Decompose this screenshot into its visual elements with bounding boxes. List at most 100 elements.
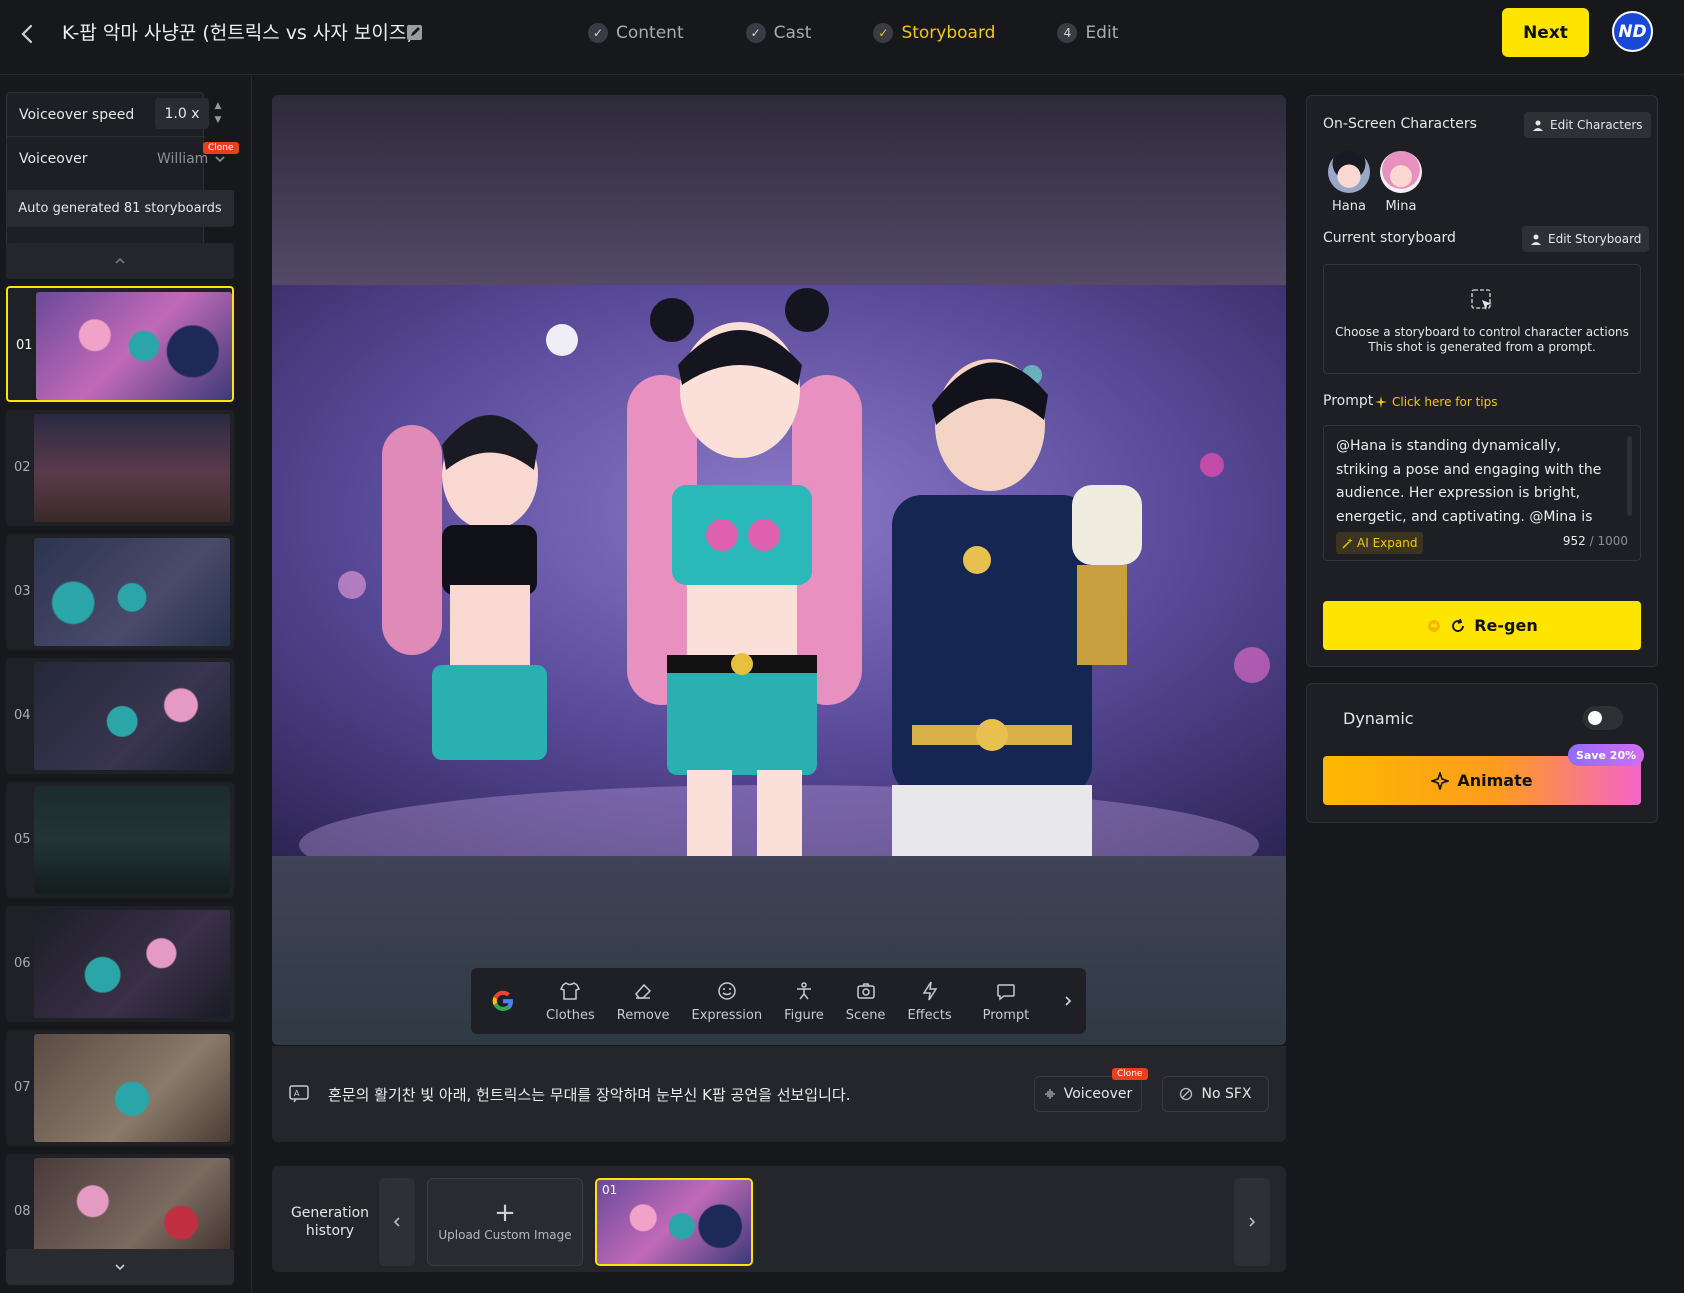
user-avatar[interactable]: ND [1612, 11, 1653, 52]
waveform-icon [1045, 1089, 1055, 1099]
storyboard-item[interactable]: 03 [6, 534, 234, 650]
choose-storyboard-hint: Choose a storyboard to control character… [1335, 325, 1629, 339]
scroll-up-button[interactable] [6, 243, 234, 279]
tool-clothes[interactable]: Clothes [535, 968, 606, 1034]
sparkle-outline-icon [1431, 771, 1450, 790]
storyboard-thumbnail [34, 786, 230, 894]
voiceover-select[interactable]: William [157, 137, 226, 181]
step-storyboard[interactable]: ✓ Storyboard [873, 18, 995, 48]
scroll-down-button[interactable] [6, 1249, 234, 1285]
toolbar-next-button[interactable] [1049, 968, 1087, 1034]
eraser-icon [635, 983, 652, 999]
edit-storyboard-button[interactable]: Edit Storyboard [1522, 226, 1650, 252]
tool-remove[interactable]: Remove [606, 968, 681, 1034]
voiceover-label: Voiceover [19, 151, 88, 167]
user-edit-icon [1531, 234, 1541, 245]
avatar [1380, 151, 1422, 193]
preview-canvas [272, 95, 1286, 1045]
progress-steps: ✓ Content ✓ Cast ✓ Storyboard 4 Edit [588, 18, 1180, 48]
chevron-down-icon[interactable]: ▼ [211, 113, 225, 127]
back-arrow-icon[interactable] [14, 20, 42, 48]
google-icon[interactable] [471, 968, 535, 1034]
ai-expand-button[interactable]: AI Expand [1336, 532, 1424, 554]
character-mina[interactable]: Mina [1375, 151, 1427, 214]
storyboard-item[interactable]: 05 [6, 782, 234, 898]
storyboard-settings-panel: On-Screen Characters Edit Characters Han… [1306, 95, 1658, 667]
step-number: 4 [1057, 23, 1078, 43]
tool-label: Expression [691, 1007, 763, 1023]
prompt-text[interactable]: @Hana is standing dynamically, striking … [1336, 435, 1616, 531]
edit-title-icon[interactable] [405, 22, 425, 42]
dynamic-toggle[interactable] [1583, 706, 1623, 730]
tool-figure[interactable]: Figure [773, 968, 835, 1034]
tool-label: Prompt [982, 1007, 1030, 1023]
narration-text[interactable]: 혼문의 활기찬 빛 아래, 헌트릭스는 무대를 장악하며 눈부신 K팝 공연을 … [328, 1084, 850, 1105]
figure-icon [796, 981, 811, 999]
generation-history-label: Generation history [284, 1204, 376, 1240]
step-label: Edit [1085, 23, 1119, 43]
chevron-right-icon [1249, 1217, 1256, 1227]
magic-wand-icon [1342, 537, 1353, 548]
voiceover-speed-input[interactable]: 1.0 x [155, 98, 209, 129]
check-icon: ✓ [745, 23, 766, 43]
storyboard-number: 07 [14, 1080, 31, 1095]
tool-expression[interactable]: Expression [681, 968, 774, 1034]
history-thumbnail-image [597, 1180, 751, 1264]
step-label: Content [616, 23, 684, 43]
character-name: Mina [1385, 199, 1417, 214]
storyboard-item[interactable]: 02 [6, 410, 234, 526]
tips-link[interactable]: Click here for tips [1375, 395, 1498, 409]
tool-effects[interactable]: Effects [896, 968, 962, 1034]
storyboard-action-box[interactable]: Choose a storyboard to control character… [1323, 264, 1641, 374]
character-hana[interactable]: Hana [1323, 151, 1375, 214]
upload-custom-image-button[interactable]: + Upload Custom Image [427, 1178, 583, 1266]
edit-characters-button[interactable]: Edit Characters [1524, 112, 1651, 138]
storyboard-item[interactable]: 06 [6, 906, 234, 1022]
edit-characters-label: Edit Characters [1550, 118, 1643, 132]
chevron-up-icon[interactable]: ▲ [211, 99, 225, 113]
check-icon: ✓ [588, 23, 608, 43]
tool-label: Clothes [546, 1007, 595, 1023]
step-cast[interactable]: ✓ Cast [745, 18, 811, 48]
tool-prompt[interactable]: Prompt [963, 968, 1050, 1034]
tool-label: Remove [616, 1007, 670, 1023]
camera-icon [856, 982, 875, 999]
storyboard-thumbnail [34, 414, 230, 522]
speed-stepper[interactable]: ▲ ▼ [211, 99, 225, 129]
select-cursor-icon [1471, 289, 1492, 310]
char-count: 952 [1562, 534, 1586, 548]
edit-toolbar: Clothes Remove Expression Figure Scene E… [471, 968, 1086, 1034]
chevron-left-icon [393, 1217, 400, 1227]
top-bar: K-팝 악마 사냥꾼 (헌트릭스 vs 사자 보이즈) ✓ Content ✓ … [0, 0, 1684, 75]
storyboard-item[interactable]: 07 [6, 1030, 234, 1146]
history-label-line: history [305, 1223, 355, 1239]
history-next-button[interactable] [1234, 1178, 1270, 1266]
storyboard-item[interactable]: 04 [6, 658, 234, 774]
char-counter: 952 / 1000 [1563, 534, 1628, 548]
storyboard-number: 02 [14, 460, 31, 475]
step-edit[interactable]: 4 Edit [1057, 18, 1118, 48]
tool-scene[interactable]: Scene [835, 968, 897, 1034]
storyboard-thumbnail [34, 662, 230, 770]
next-button[interactable]: Next [1502, 8, 1589, 57]
voiceover-settings: Voiceover speed 1.0 x ▲ ▼ Clone Voiceove… [6, 92, 239, 254]
tool-label: Figure [784, 1007, 824, 1023]
clone-badge: Clone [1112, 1068, 1148, 1080]
history-thumbnail[interactable]: 01 [595, 1178, 753, 1266]
history-prev-button[interactable] [379, 1178, 415, 1266]
regen-button[interactable]: Re-gen [1323, 601, 1641, 650]
prompt-textarea[interactable]: @Hana is standing dynamically, striking … [1323, 425, 1641, 561]
prompt-label: Prompt [1323, 393, 1374, 409]
voiceover-button[interactable]: Voiceover [1034, 1076, 1142, 1112]
step-label: Storyboard [901, 23, 996, 43]
check-icon: ✓ [873, 23, 894, 43]
storyboard-item[interactable]: 01 [6, 286, 234, 402]
refresh-icon [1452, 618, 1465, 632]
sfx-button[interactable]: No SFX [1162, 1076, 1269, 1112]
prompt-scrollbar[interactable] [1627, 436, 1632, 516]
chevron-up-icon [115, 257, 125, 264]
storyboard-number: 05 [14, 832, 31, 847]
storyboard-thumbnail [34, 910, 230, 1018]
on-screen-characters-label: On-Screen Characters [1323, 116, 1477, 132]
step-content[interactable]: ✓ Content [588, 18, 684, 48]
